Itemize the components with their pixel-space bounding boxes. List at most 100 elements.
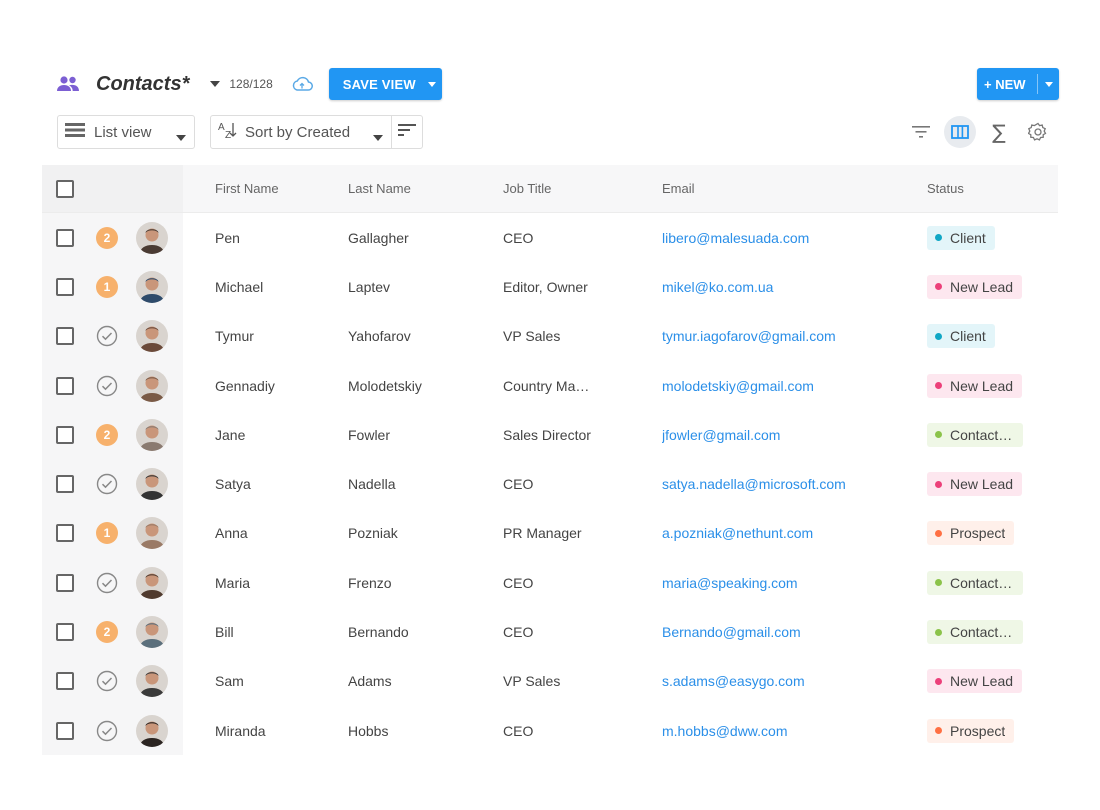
status-cell: New Lead [927,274,1023,299]
status-badge[interactable]: Prospect [927,521,1015,546]
email-link[interactable]: mikel@ko.com.ua [662,279,927,295]
task-count-badge: 2 [96,423,118,446]
status-badge[interactable]: Contacti… [927,422,1023,447]
save-view-dropdown-icon[interactable] [422,68,442,100]
task-indicator[interactable]: 1 [96,275,118,298]
table-row[interactable]: Gennadiy Molodetskiy Country Ma… molodet… [42,360,1058,411]
table-row[interactable]: 1 Anna Pozniak PR Manager a.pozniak@neth… [42,508,1058,559]
done-check-icon[interactable] [96,325,118,347]
task-indicator[interactable]: 2 [96,621,118,644]
email-link[interactable]: libero@malesuada.com [662,230,927,246]
table-row[interactable]: Tymur Yahofarov VP Sales tymur.iagofarov… [42,311,1058,361]
column-header-status[interactable]: Status [927,181,964,196]
row-checkbox[interactable] [56,623,74,642]
row-checkbox[interactable] [56,228,74,247]
filter-icon[interactable] [905,116,937,148]
sigma-icon[interactable]: ∑ [983,116,1015,148]
email-link[interactable]: maria@speaking.com [662,575,927,591]
sort-az-icon: AZ [217,120,239,145]
task-indicator[interactable]: 2 [96,226,118,249]
save-view-button[interactable]: SAVE VIEW [328,68,442,100]
row-checkbox[interactable] [56,721,74,740]
table-row[interactable]: 1 Michael Laptev Editor, Owner mikel@ko.… [42,262,1058,312]
status-badge[interactable]: New Lead [927,472,1023,497]
status-dot [935,727,942,735]
table-row[interactable]: Maria Frenzo CEO maria@speaking.com Cont… [42,558,1058,608]
row-checkbox[interactable] [56,672,74,691]
table-row[interactable]: 2 Jane Fowler Sales Director jfowler@gma… [42,410,1058,460]
status-label: Client [950,229,986,246]
status-badge[interactable]: Contacti… [927,570,1023,595]
first-name-cell: Maria [215,574,251,591]
email-link[interactable]: tymur.iagofarov@gmail.com [662,328,927,344]
column-header-first-name[interactable]: First Name [183,181,348,196]
status-dot [935,628,942,636]
done-check-icon[interactable] [96,720,118,742]
table-row[interactable]: Satya Nadella CEO satya.nadella@microsof… [42,459,1058,509]
status-badge[interactable]: New Lead [927,274,1023,299]
view-selector-label: List view [94,123,152,141]
first-name-cell: Bill [215,624,234,641]
view-selector[interactable]: List view [57,115,195,149]
svg-text:Z: Z [225,130,231,140]
email-link[interactable]: Bernando@gmail.com [662,624,927,640]
done-check-icon[interactable] [96,572,118,594]
status-badge[interactable]: Contacti… [927,620,1023,645]
email-link[interactable]: satya.nadella@microsoft.com [662,476,927,492]
column-header-last-name[interactable]: Last Name [348,181,503,196]
email-link[interactable]: a.pozniak@nethunt.com [662,525,927,541]
columns-icon[interactable] [944,116,976,148]
email-link[interactable]: molodetskiy@gmail.com [662,378,927,394]
new-record-button[interactable]: + NEW [977,68,1059,100]
status-badge[interactable]: New Lead [927,669,1023,694]
status-label: Prospect [950,525,1006,542]
view-menu-chevron-down-icon[interactable] [207,76,223,92]
status-badge[interactable]: Client [927,225,995,250]
status-badge[interactable]: New Lead [927,373,1023,398]
row-checkbox[interactable] [56,277,74,296]
task-count-badge: 1 [96,522,118,545]
cloud-sync-icon[interactable] [291,74,315,94]
row-checkbox[interactable] [56,327,74,346]
email-link[interactable]: s.adams@easygo.com [662,673,927,689]
sort-direction-button[interactable] [391,116,422,148]
new-record-dropdown-icon[interactable] [1038,68,1059,100]
email-link[interactable]: m.hobbs@dww.com [662,723,927,739]
gear-icon[interactable] [1022,116,1054,148]
row-checkbox[interactable] [56,475,74,494]
table-row[interactable]: 2 Bill Bernando CEO Bernando@gmail.com C… [42,607,1058,657]
people-icon [56,74,80,94]
column-header-email[interactable]: Email [662,181,927,196]
status-label: Contacti… [950,574,1014,591]
select-all-checkbox[interactable] [56,179,74,198]
status-badge[interactable]: Client [927,324,995,349]
job-title-cell: CEO [503,229,534,246]
row-checkbox[interactable] [56,573,74,592]
table-row[interactable]: Sam Adams VP Sales s.adams@easygo.com Ne… [42,656,1058,706]
task-count-badge: 1 [96,275,118,298]
status-badge[interactable]: Prospect [927,718,1015,743]
header-select-cell [42,165,183,212]
list-view-icon [64,122,86,143]
task-indicator[interactable]: 2 [96,423,118,446]
avatar [136,320,168,353]
done-check-icon[interactable] [96,670,118,692]
row-checkbox[interactable] [56,524,74,543]
done-check-icon[interactable] [96,473,118,495]
status-label: New Lead [950,278,1014,295]
column-header-job-title[interactable]: Job Title [503,181,662,196]
sort-field-select[interactable]: AZ Sort by Created [211,116,391,148]
done-check-icon[interactable] [96,375,118,397]
job-title-cell: Editor, Owner [503,278,588,295]
status-dot [935,677,942,685]
row-checkbox[interactable] [56,376,74,395]
last-name-cell: Fowler [348,426,391,443]
first-name-cell: Michael [215,278,264,295]
table-row[interactable]: 2 Pen Gallagher CEO libero@malesuada.com… [42,213,1058,263]
last-name-cell: Laptev [348,278,391,295]
task-indicator[interactable]: 1 [96,522,118,545]
row-checkbox[interactable] [56,425,74,444]
table-row[interactable]: Miranda Hobbs CEO m.hobbs@dww.com Prospe… [42,705,1058,756]
email-link[interactable]: jfowler@gmail.com [662,427,927,443]
avatar [136,221,168,254]
